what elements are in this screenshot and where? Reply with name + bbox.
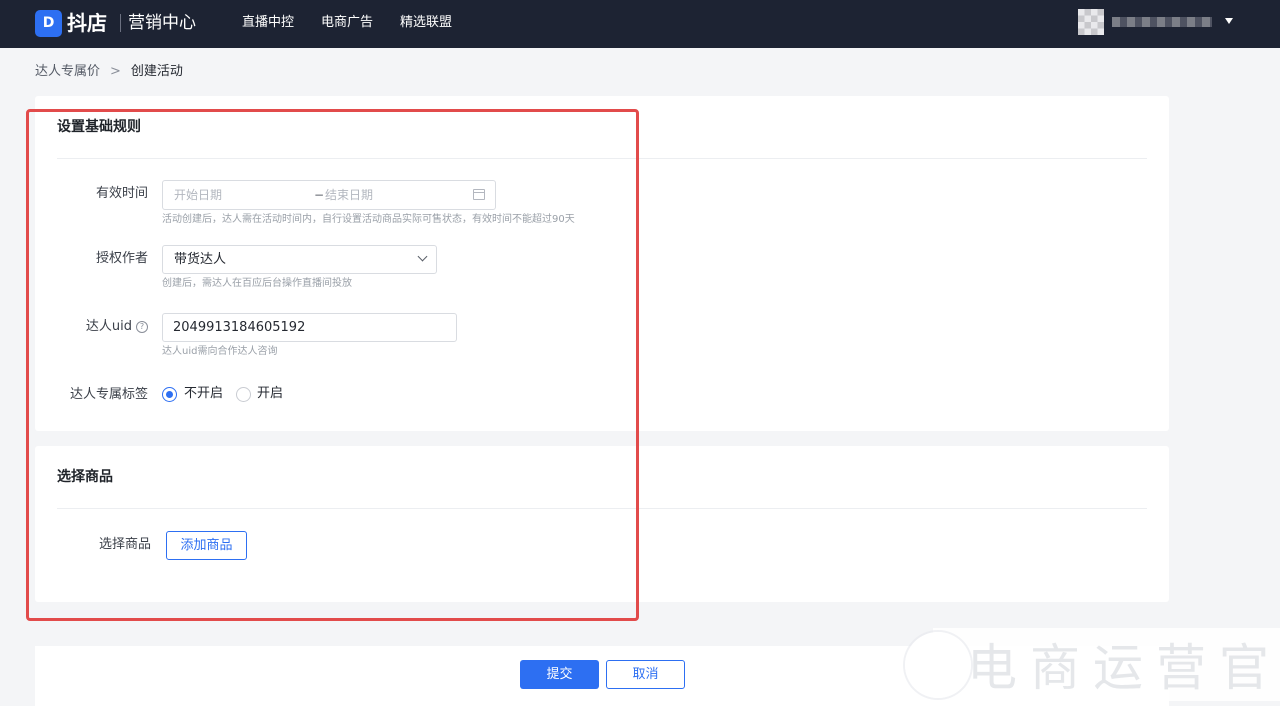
breadcrumb-current: 创建活动 [130,64,183,79]
nav-item-ecommerce-ads[interactable]: 电商广告 [321,13,373,33]
uid-label: 达人uid [85,319,132,334]
chevron-down-icon [417,251,428,262]
uid-input[interactable] [162,313,457,342]
exclusive-tag-label: 达人专属标签 [69,387,148,402]
watermark-circle [905,632,971,698]
user-name-blurred[interactable] [1112,17,1212,27]
author-help-text: 创建后，需达人在百应后台操作直播间投放 [162,278,352,289]
product-selection-card: 选择商品 选择商品 添加商品 [35,446,1169,602]
date-range-separator: − [314,188,325,202]
watermark-text: 电商运营官 [967,639,1280,697]
cancel-button[interactable]: 取消 [606,660,685,689]
breadcrumb-parent[interactable]: 达人专属价 [35,64,100,79]
author-select[interactable]: 带货达人 [162,245,437,274]
add-product-button[interactable]: 添加商品 [166,531,247,560]
calendar-icon[interactable] [473,189,485,200]
brand-name[interactable]: 抖店 [67,8,107,38]
author-label: 授权作者 [95,251,148,266]
section-title-products: 选择商品 [57,469,113,485]
uid-label-wrapper: 达人uid? [55,317,148,337]
validity-label: 有效时间 [95,186,148,201]
caret-down-icon[interactable] [1225,18,1233,24]
submit-button[interactable]: 提交 [520,660,599,689]
date-range-picker[interactable]: 开始日期 − 结束日期 [162,180,496,210]
product-label: 选择商品 [98,537,151,552]
watermark: 电商运营官 [905,628,1280,701]
radio-label-enabled[interactable]: 开启 [257,384,283,404]
breadcrumb: 达人专属价 > 创建活动 [35,62,183,82]
user-avatar[interactable] [1078,9,1104,35]
author-select-value: 带货达人 [174,252,227,267]
section-title-basic-rules: 设置基础规则 [57,119,141,135]
nav-item-live-control[interactable]: 直播中控 [242,13,294,33]
section-divider [57,158,1147,159]
basic-rules-card: 设置基础规则 有效时间 开始日期 − 结束日期 活动创建后，达人需在活动时间内，… [35,96,1169,431]
logo-divider [120,14,121,32]
help-circle-icon[interactable]: ? [136,321,148,333]
end-date-input[interactable]: 结束日期 [325,187,373,203]
chevron-right-icon: > [110,64,121,79]
top-navigation-bar: D 抖店 营销中心 直播中控 电商广告 精选联盟 [0,0,1280,48]
radio-enabled-option[interactable] [236,387,251,402]
uid-help-text: 达人uid需向合作达人咨询 [162,346,278,357]
start-date-input[interactable]: 开始日期 [174,187,222,203]
product-name[interactable]: 营销中心 [128,9,196,37]
nav-item-selected-alliance[interactable]: 精选联盟 [400,13,452,33]
validity-help-text: 活动创建后，达人需在活动时间内，自行设置活动商品实际可售状态，有效时间不能超过9… [162,214,575,225]
doudian-logo-icon[interactable]: D [35,10,62,37]
section-divider [57,508,1147,509]
radio-disabled-option[interactable] [162,387,177,402]
radio-label-disabled[interactable]: 不开启 [184,384,223,404]
